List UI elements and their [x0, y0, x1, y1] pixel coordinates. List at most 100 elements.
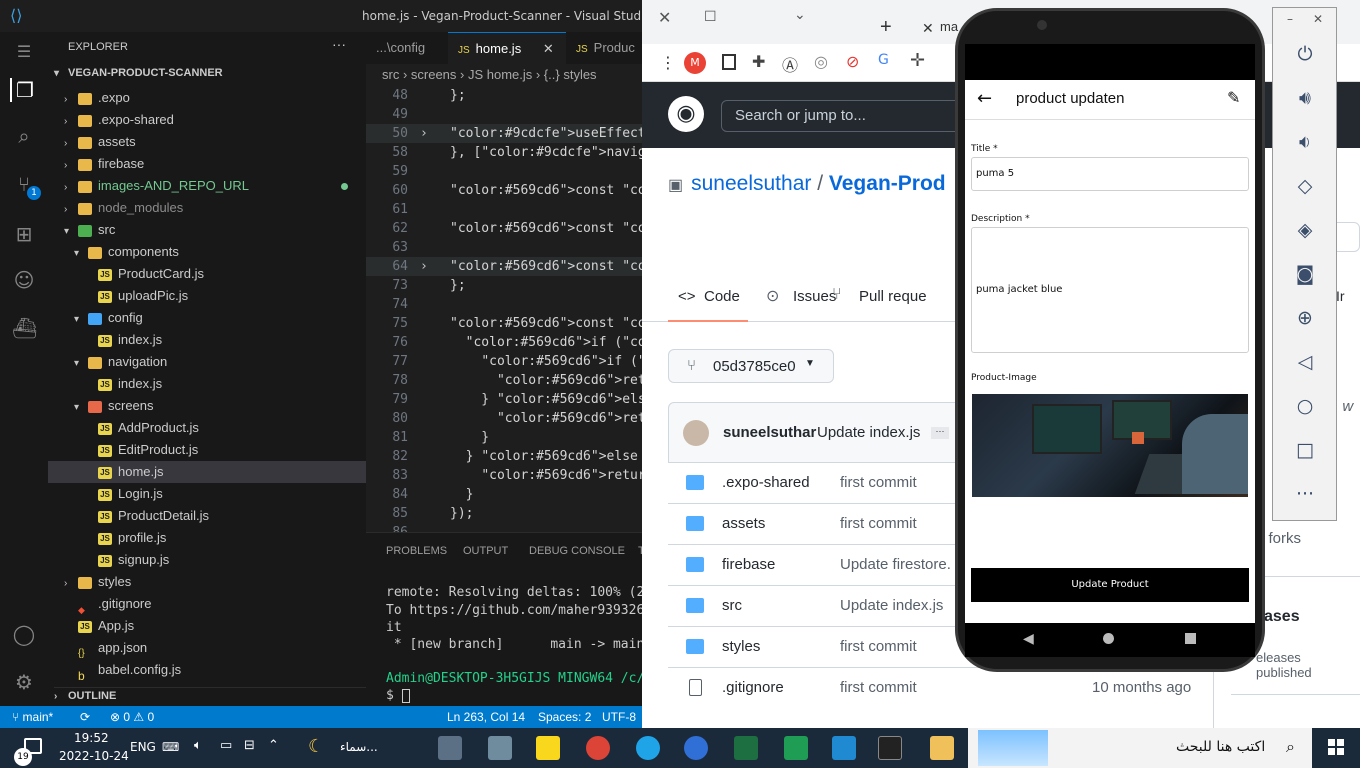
- tree-item[interactable]: {} app.json: [48, 637, 366, 659]
- sidebar-icon[interactable]: [722, 54, 736, 70]
- tree-item[interactable]: ◆ .gitignore: [48, 593, 366, 615]
- kebab-menu-icon[interactable]: ⋮: [660, 53, 676, 72]
- docker-icon[interactable]: ⛴: [12, 316, 37, 340]
- file-commit-message[interactable]: first commit: [840, 474, 917, 491]
- minimize-icon[interactable]: –: [1287, 12, 1293, 26]
- rotate-right-icon[interactable]: ◈: [1293, 218, 1317, 242]
- taskbar-search[interactable]: اكتب هنا للبحث ⌕: [968, 728, 1312, 768]
- extension-m-icon[interactable]: M: [684, 52, 706, 74]
- project-root[interactable]: ▾ VEGAN-PRODUCT-SCANNER: [54, 67, 223, 79]
- app-icon[interactable]: [636, 736, 660, 760]
- tab-home-js[interactable]: JS home.js ✕: [448, 32, 566, 64]
- file-name[interactable]: assets: [722, 515, 765, 532]
- tab-pull-requests[interactable]: ⑂ Pull reque: [832, 280, 955, 322]
- block-icon[interactable]: ⊘: [846, 52, 859, 71]
- clock-time[interactable]: 19:52: [74, 731, 109, 745]
- tab-product[interactable]: JS Produc: [566, 32, 642, 64]
- branch-selector[interactable]: ⑂ 05d3785ce0 ▼: [668, 349, 834, 383]
- tree-item[interactable]: JS signup.js: [48, 549, 366, 571]
- tree-item[interactable]: JS ProductCard.js: [48, 263, 366, 285]
- search-icon[interactable]: ⌕: [12, 124, 36, 148]
- terminal-input[interactable]: $: [386, 688, 410, 703]
- tree-item[interactable]: ▾ screens: [48, 395, 366, 417]
- file-explorer-icon[interactable]: [930, 736, 954, 760]
- tab-config[interactable]: ...\config: [366, 32, 448, 64]
- volume-up-icon[interactable]: 🔊︎: [1293, 86, 1317, 110]
- tree-item[interactable]: › node_modules: [48, 197, 366, 219]
- file-name[interactable]: .expo-shared: [722, 474, 810, 491]
- commit-message[interactable]: Update index.js: [817, 424, 920, 441]
- puzzle-icon[interactable]: ✚: [752, 52, 765, 71]
- account-icon[interactable]: ◯: [12, 622, 36, 646]
- terminal-icon[interactable]: [878, 736, 902, 760]
- weather-label[interactable]: سماء...: [340, 740, 378, 754]
- tree-item[interactable]: JS profile.js: [48, 527, 366, 549]
- releases-heading[interactable]: ases: [1264, 608, 1300, 626]
- tab-debug-console[interactable]: DEBUG CONSOLE: [529, 545, 625, 557]
- display-icon[interactable]: ▭: [220, 738, 232, 753]
- tab-output[interactable]: OUTPUT: [463, 545, 508, 557]
- keyboard-icon[interactable]: ⌨: [162, 740, 179, 754]
- tree-item[interactable]: JS index.js: [48, 373, 366, 395]
- app-icon[interactable]: [784, 736, 808, 760]
- screenshot-icon[interactable]: ◙: [1293, 262, 1317, 286]
- tree-item[interactable]: › .expo: [48, 87, 366, 109]
- tree-item[interactable]: › assets: [48, 131, 366, 153]
- sync-icon[interactable]: ⟳: [80, 706, 90, 728]
- explorer-icon[interactable]: ❐: [10, 78, 38, 102]
- tree-item[interactable]: JS AddProduct.js: [48, 417, 366, 439]
- menu-icon[interactable]: ☰: [12, 40, 36, 64]
- app-icon[interactable]: [438, 736, 462, 760]
- tree-item[interactable]: ▾ components: [48, 241, 366, 263]
- cursor-position[interactable]: Ln 263, Col 14: [447, 706, 525, 728]
- file-name[interactable]: styles: [722, 638, 760, 655]
- ellipsis-icon[interactable]: ···: [931, 427, 949, 439]
- tree-item[interactable]: JS EditProduct.js: [48, 439, 366, 461]
- chevron-up-icon[interactable]: ⌃: [268, 738, 279, 753]
- tree-item[interactable]: b babel.config.js: [48, 659, 366, 683]
- back-icon[interactable]: ◁: [1293, 350, 1317, 374]
- start-icon[interactable]: [1328, 739, 1344, 755]
- tree-item[interactable]: › styles: [48, 571, 366, 593]
- github-icon[interactable]: ☺: [12, 268, 36, 292]
- translate-icon[interactable]: G: [878, 52, 889, 68]
- tree-item[interactable]: JS home.js: [48, 461, 366, 483]
- chrome-icon[interactable]: [586, 736, 610, 760]
- vscode-icon[interactable]: [832, 736, 856, 760]
- volume-icon[interactable]: 🔈︎: [194, 738, 202, 753]
- more-icon[interactable]: ···: [1293, 482, 1317, 506]
- github-logo-icon[interactable]: ◉: [668, 96, 704, 132]
- indentation[interactable]: Spaces: 2: [538, 706, 591, 728]
- file-name[interactable]: .gitignore: [722, 679, 784, 696]
- zoom-icon[interactable]: ⊕: [1293, 306, 1317, 330]
- file-row[interactable]: .gitignore first commit 10 months ago: [668, 667, 1213, 708]
- search-input[interactable]: Search or jump to...: [721, 100, 961, 132]
- tab-problems[interactable]: PROBLEMS: [386, 545, 447, 557]
- overview-icon[interactable]: □: [1293, 438, 1317, 462]
- repo-name-link[interactable]: Vegan-Prod: [829, 172, 946, 195]
- sticky-notes-icon[interactable]: [536, 736, 560, 760]
- tree-item[interactable]: ▾ src: [48, 219, 366, 241]
- encoding[interactable]: UTF-8: [602, 706, 636, 728]
- tab-close-icon[interactable]: ✕: [922, 20, 934, 37]
- nav-recents-icon[interactable]: [1185, 633, 1196, 644]
- tree-item[interactable]: JS index.js: [48, 329, 366, 351]
- a-icon[interactable]: Ⓐ: [782, 52, 798, 76]
- moon-icon[interactable]: ☾: [308, 736, 324, 757]
- avatar[interactable]: [683, 420, 709, 446]
- close-icon[interactable]: ✕: [658, 8, 671, 28]
- fold-chevron-icon[interactable]: ›: [420, 257, 428, 276]
- outline-section[interactable]: › OUTLINE: [54, 687, 366, 702]
- tree-item[interactable]: JS ProductDetail.js: [48, 505, 366, 527]
- title-field[interactable]: puma 5: [971, 157, 1249, 191]
- description-field[interactable]: puma jacket blue: [971, 227, 1249, 353]
- tree-item[interactable]: ▾ navigation: [48, 351, 366, 373]
- tree-item[interactable]: JS uploadPic.js: [48, 285, 366, 307]
- maximize-icon[interactable]: ☐: [704, 8, 717, 25]
- new-tab-icon[interactable]: +: [880, 16, 892, 39]
- tree-item[interactable]: JS App.js: [48, 615, 366, 637]
- file-name[interactable]: src: [722, 597, 742, 614]
- close-icon[interactable]: ✕: [543, 41, 554, 56]
- clock-date[interactable]: 2022-10-24: [59, 749, 129, 763]
- rotate-left-icon[interactable]: ◇: [1293, 174, 1317, 198]
